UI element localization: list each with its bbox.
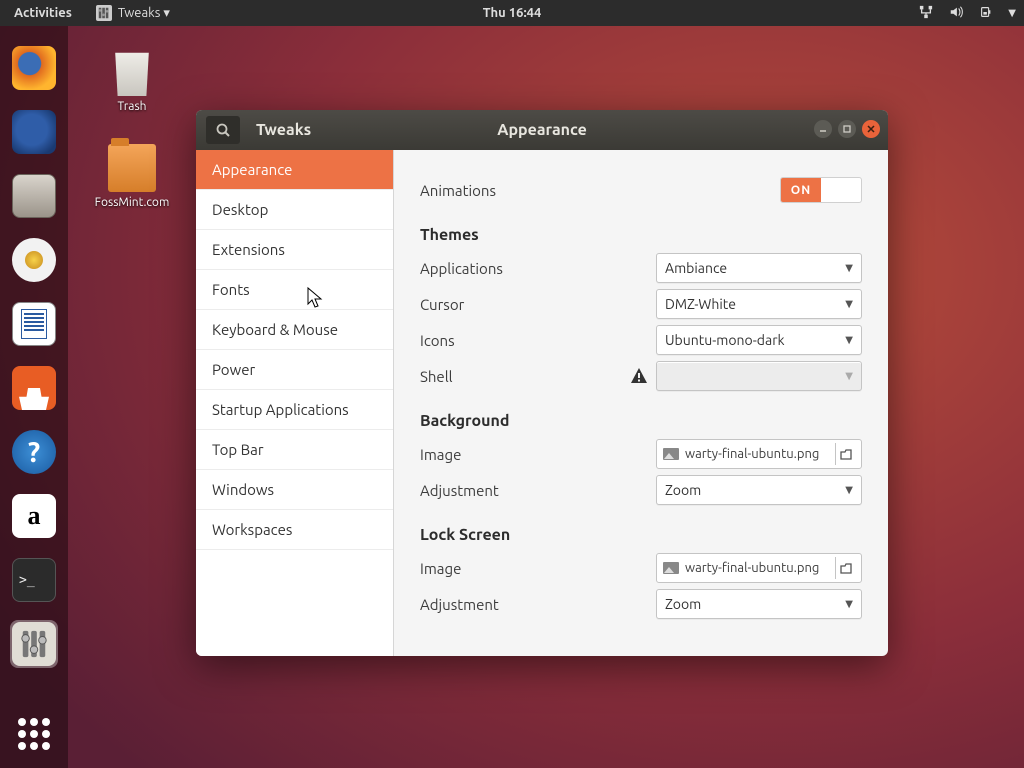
dock-thunderbird[interactable] xyxy=(10,108,58,156)
sidebar-item-windows[interactable]: Windows xyxy=(196,470,393,510)
folder-icon xyxy=(108,144,156,192)
lock-adjustment-label: Adjustment xyxy=(420,596,656,613)
background-heading: Background xyxy=(420,412,862,430)
animations-toggle[interactable]: ON xyxy=(780,177,862,203)
titlebar[interactable]: Tweaks Appearance xyxy=(196,110,888,150)
toggle-on-label: ON xyxy=(781,178,821,202)
chevron-down-icon: ▼ xyxy=(1008,7,1016,19)
image-icon xyxy=(663,448,679,460)
cursor-value: DMZ-White xyxy=(665,296,845,312)
maximize-button[interactable] xyxy=(838,120,856,138)
image-icon xyxy=(663,562,679,574)
trash-icon xyxy=(108,48,156,96)
sidebar-item-appearance[interactable]: Appearance xyxy=(196,150,393,190)
icons-combo[interactable]: Ubuntu-mono-dark ▼ xyxy=(656,325,862,355)
desktop-folder[interactable]: FossMint.com xyxy=(92,144,172,209)
tweaks-icon xyxy=(96,5,112,21)
activities-button[interactable]: Activities xyxy=(0,6,86,20)
mouse-cursor xyxy=(306,286,326,313)
sidebar-item-power[interactable]: Power xyxy=(196,350,393,390)
cursor-combo[interactable]: DMZ-White ▼ xyxy=(656,289,862,319)
chevron-down-icon: ▼ xyxy=(845,484,853,496)
chevron-down-icon: ▼ xyxy=(845,334,853,346)
desktop-folder-label: FossMint.com xyxy=(95,196,170,209)
close-button[interactable] xyxy=(862,120,880,138)
dock-files[interactable] xyxy=(10,172,58,220)
window-title: Tweaks xyxy=(256,121,311,139)
lock-adjustment-combo[interactable]: Zoom ▼ xyxy=(656,589,862,619)
applications-value: Ambiance xyxy=(665,260,845,276)
sidebar-item-workspaces[interactable]: Workspaces xyxy=(196,510,393,550)
sidebar: Appearance Desktop Extensions Fonts Keyb… xyxy=(196,150,394,656)
desktop-trash[interactable]: Trash xyxy=(92,48,172,113)
chevron-down-icon: ▼ xyxy=(845,370,853,382)
bg-adjustment-label: Adjustment xyxy=(420,482,656,499)
network-icon xyxy=(918,5,934,22)
desktop-trash-label: Trash xyxy=(117,100,146,113)
window-subtitle: Appearance xyxy=(497,121,587,139)
sidebar-item-top-bar[interactable]: Top Bar xyxy=(196,430,393,470)
dock: ? a >_ xyxy=(0,26,68,768)
lock-image-label: Image xyxy=(420,560,656,577)
icons-label: Icons xyxy=(420,332,656,349)
animations-label: Animations xyxy=(420,182,780,199)
dock-tweaks[interactable] xyxy=(10,620,58,668)
chevron-down-icon: ▼ xyxy=(845,298,853,310)
settings-panel: Animations ON Themes Applications Ambian… xyxy=(394,150,888,656)
open-icon xyxy=(835,443,855,465)
lock-image-value: warty-final-ubuntu.png xyxy=(685,561,829,575)
cursor-label: Cursor xyxy=(420,296,656,313)
sidebar-item-startup-applications[interactable]: Startup Applications xyxy=(196,390,393,430)
tweaks-window: Tweaks Appearance Appearance Desktop Ext… xyxy=(196,110,888,656)
dock-writer[interactable] xyxy=(10,300,58,348)
bg-adjustment-value: Zoom xyxy=(665,482,845,498)
icons-value: Ubuntu-mono-dark xyxy=(665,332,845,348)
sidebar-item-keyboard-mouse[interactable]: Keyboard & Mouse xyxy=(196,310,393,350)
minimize-button[interactable] xyxy=(814,120,832,138)
warning-icon xyxy=(630,367,648,385)
themes-heading: Themes xyxy=(420,226,862,244)
applications-label: Applications xyxy=(420,260,656,277)
dock-rhythmbox[interactable] xyxy=(10,236,58,284)
dock-firefox[interactable] xyxy=(10,44,58,92)
show-applications-button[interactable] xyxy=(14,714,54,754)
open-icon xyxy=(835,557,855,579)
search-button[interactable] xyxy=(206,116,240,144)
gnome-top-bar: Activities Tweaks ▾ Thu 16:44 ▼ xyxy=(0,0,1024,26)
sidebar-item-extensions[interactable]: Extensions xyxy=(196,230,393,270)
shell-combo: ▼ xyxy=(656,361,862,391)
clock[interactable]: Thu 16:44 xyxy=(483,6,542,20)
lock-heading: Lock Screen xyxy=(420,526,862,544)
system-tray[interactable]: ▼ xyxy=(918,5,1024,22)
search-icon xyxy=(215,122,231,138)
lock-image-chooser[interactable]: warty-final-ubuntu.png xyxy=(656,553,862,583)
bg-image-label: Image xyxy=(420,446,656,463)
sidebar-item-desktop[interactable]: Desktop xyxy=(196,190,393,230)
sidebar-item-fonts[interactable]: Fonts xyxy=(196,270,393,310)
shell-label: Shell xyxy=(420,368,630,385)
app-menu[interactable]: Tweaks ▾ xyxy=(88,5,178,21)
volume-icon xyxy=(948,5,964,22)
bg-image-value: warty-final-ubuntu.png xyxy=(685,447,829,461)
dock-amazon[interactable]: a xyxy=(10,492,58,540)
chevron-down-icon: ▼ xyxy=(845,262,853,274)
bg-adjustment-combo[interactable]: Zoom ▼ xyxy=(656,475,862,505)
dock-terminal[interactable]: >_ xyxy=(10,556,58,604)
chevron-down-icon: ▼ xyxy=(845,598,853,610)
app-menu-label: Tweaks ▾ xyxy=(118,6,170,21)
power-icon xyxy=(978,5,994,22)
dock-software[interactable] xyxy=(10,364,58,412)
dock-help[interactable]: ? xyxy=(10,428,58,476)
lock-adjustment-value: Zoom xyxy=(665,596,845,612)
bg-image-chooser[interactable]: warty-final-ubuntu.png xyxy=(656,439,862,469)
applications-combo[interactable]: Ambiance ▼ xyxy=(656,253,862,283)
